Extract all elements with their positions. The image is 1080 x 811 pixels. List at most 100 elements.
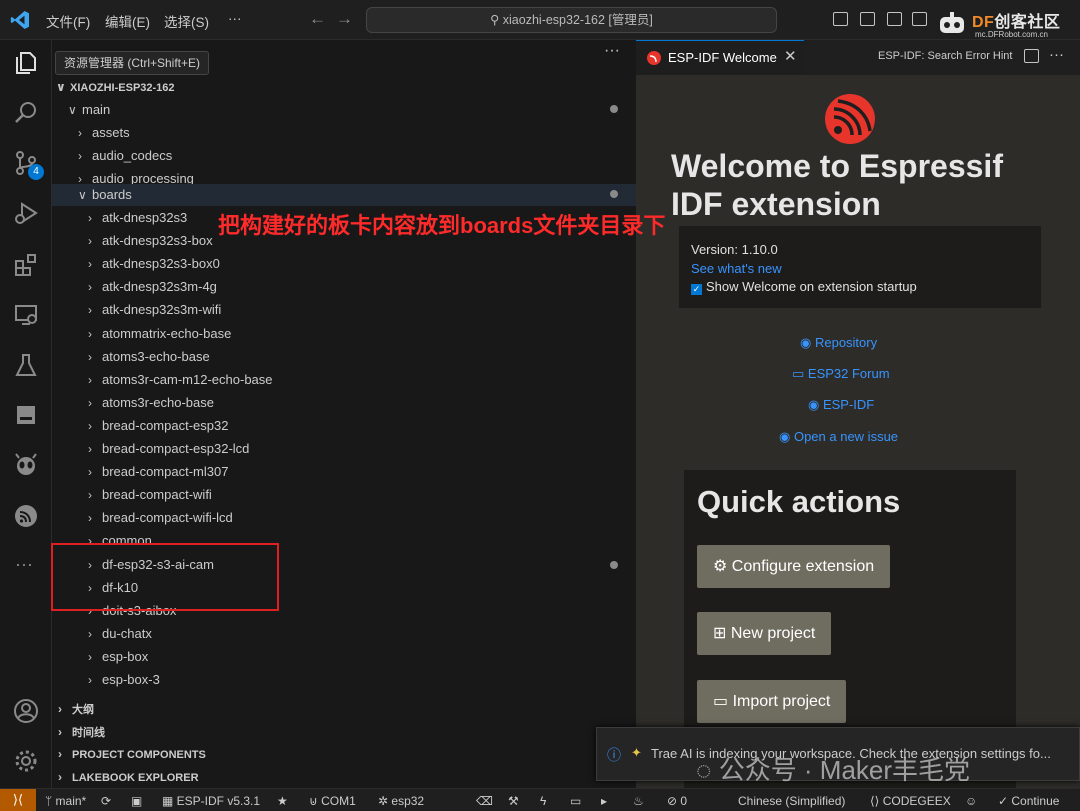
menu-file[interactable]: 文件(F) [46, 11, 90, 31]
wrench-icon[interactable]: ⚒ [508, 794, 519, 808]
board-folder-bread-compact-wifi-lcd[interactable]: › bread-compact-wifi-lcd [88, 507, 233, 529]
board-folder-atk-dnesp32s3-box[interactable]: › atk-dnesp32s3-box [88, 230, 213, 252]
explorer-more-actions[interactable]: ··· [604, 42, 620, 60]
repository-link[interactable]: ◉ Repository [800, 335, 877, 351]
sync-icon[interactable]: ⟳ [101, 794, 111, 808]
codegeex-item[interactable]: ⟨⟩ CODEGEEX [870, 794, 951, 808]
menu-edit[interactable]: 编辑(E) [105, 11, 150, 31]
modified-dot [610, 190, 618, 198]
folder-audio_codecs[interactable]: › audio_codecs [78, 145, 172, 167]
show-welcome-label: Show Welcome on extension startup [706, 279, 917, 294]
command-center-search[interactable]: ⚲ xiaozhi-esp32-162 [管理员] [366, 7, 777, 33]
board-folder-atk-dnesp32s3[interactable]: › atk-dnesp32s3 [88, 207, 187, 229]
back-arrow-icon[interactable]: ← [309, 9, 326, 29]
esp-idf-version-icon: ▦ [162, 794, 177, 808]
board-folder-atoms3r-cam-m12-echo-base[interactable]: › atoms3r-cam-m12-echo-base [88, 369, 273, 391]
menu-selection[interactable]: 选择(S) [164, 11, 209, 31]
platformio-alien-icon[interactable] [13, 452, 39, 478]
board-folder-label: atk-dnesp32s3m-wifi [102, 302, 222, 318]
board-folder-label: bread-compact-wifi [102, 487, 212, 503]
chevron-down-icon: ∨ [78, 188, 87, 202]
configure-extension-label: Configure extension [731, 558, 875, 575]
tab-esp-idf-welcome[interactable]: ESP-IDF Welcome [636, 40, 804, 75]
esp-idf-link[interactable]: ◉ ESP-IDF [808, 397, 874, 413]
board-folder-atoms3r-echo-base[interactable]: › atoms3r-echo-base [88, 392, 214, 414]
board-folder-atoms3-echo-base[interactable]: › atoms3-echo-base [88, 346, 210, 368]
star-icon[interactable]: ★ [277, 794, 288, 808]
show-welcome-checkbox[interactable]: ✓ [691, 284, 702, 295]
panel-icon[interactable] [13, 402, 39, 428]
search-error-hint-action[interactable]: ESP-IDF: Search Error Hint [878, 50, 1012, 62]
toggle-panel-icon[interactable] [860, 12, 875, 26]
folder-main[interactable]: ∨ main [68, 99, 110, 121]
board-folder-bread-compact-wifi[interactable]: › bread-compact-wifi [88, 484, 212, 506]
search-icon[interactable] [13, 100, 39, 126]
testing-flask-icon[interactable] [13, 352, 39, 378]
build-flash-monitor-icon[interactable]: ▸ [601, 794, 607, 808]
whats-new-link[interactable]: See what's new [691, 261, 782, 276]
fire-icon[interactable]: ♨ [633, 794, 644, 808]
menu-more[interactable]: ··· [228, 11, 242, 26]
section-outline[interactable]: › 大纲 [58, 701, 94, 717]
monitor-icon[interactable]: ▭ [570, 794, 581, 808]
board-folder-atk-dnesp32s3-box0[interactable]: › atk-dnesp32s3-box0 [88, 253, 220, 275]
board-folder-bread-compact-ml307[interactable]: › bread-compact-ml307 [88, 461, 228, 483]
board-folder-bread-compact-esp32[interactable]: › bread-compact-esp32 [88, 415, 228, 437]
folder-assets[interactable]: › assets [78, 122, 130, 144]
remote-indicator-icon[interactable]: ⟩⟨ [0, 789, 36, 811]
window-icon[interactable]: ▣ [131, 794, 142, 808]
welcome-title-line2: IDF extension [671, 186, 881, 222]
board-folder-atk-dnesp32s3m-wifi[interactable]: › atk-dnesp32s3m-wifi [88, 299, 221, 321]
new-project-button[interactable]: ⊞ New project [697, 612, 832, 655]
espressif-icon[interactable] [13, 503, 39, 529]
board-folder-esp-box[interactable]: › esp-box [88, 646, 148, 668]
folder-boards[interactable]: ∨ boards [78, 184, 132, 206]
chevron-right-icon: › [88, 211, 92, 225]
board-folder-du-chatx[interactable]: › du-chatx [88, 623, 152, 645]
git-branch[interactable]: ᛘ main* [45, 794, 86, 808]
board-folder-atommatrix-echo-base[interactable]: › atommatrix-echo-base [88, 323, 231, 345]
forward-arrow-icon[interactable]: → [336, 9, 353, 29]
import-project-label: Import project [732, 693, 831, 710]
import-project-button[interactable]: ▭ Import project [697, 680, 847, 723]
close-icon[interactable]: ✕ [784, 47, 797, 65]
board-folder-atk-dnesp32s3m-4g[interactable]: › atk-dnesp32s3m-4g [88, 276, 217, 298]
section-timeline[interactable]: › 时间线 [58, 724, 105, 740]
language-selector[interactable]: Chinese (Simplified) [738, 794, 845, 808]
continue-item[interactable]: ✓ Continue [998, 794, 1059, 808]
explorer-icon[interactable] [13, 50, 39, 76]
remote-explorer-icon[interactable] [13, 302, 39, 328]
folder-open-icon: ▭ [713, 693, 733, 710]
board-folder-esp-box-3[interactable]: › esp-box-3 [88, 669, 160, 691]
board-folder-bread-compact-esp32-lcd[interactable]: › bread-compact-esp32-lcd [88, 438, 249, 460]
more-views-icon[interactable]: ··· [15, 554, 33, 575]
flash-icon[interactable]: ϟ [540, 794, 546, 808]
settings-gear-icon[interactable] [13, 748, 39, 774]
esp32-forum-link-label: ESP32 Forum [807, 366, 890, 381]
source-control-badge: 4 [28, 164, 44, 180]
customize-layout-icon[interactable] [912, 12, 927, 26]
open-issue-link[interactable]: ◉ Open a new issue [779, 429, 898, 445]
serial-port[interactable]: ⊍ COM1 [309, 794, 356, 808]
section-lakebook-explorer[interactable]: › LAKEBOOK EXPLORER [58, 770, 199, 784]
section-project-components[interactable]: › PROJECT COMPONENTS [58, 747, 206, 761]
run-debug-icon[interactable] [13, 200, 39, 226]
toggle-sidebar-icon[interactable] [833, 12, 848, 26]
problems-indicator[interactable]: ⊘ 0 [667, 794, 687, 808]
account-icon[interactable] [13, 698, 39, 724]
editor-more-icon[interactable]: ··· [1049, 46, 1064, 63]
target-chip[interactable]: ✲ esp32 [378, 794, 424, 808]
chip-icon: ✲ [378, 794, 392, 808]
chevron-right-icon: › [88, 395, 92, 410]
chevron-right-icon: › [58, 747, 62, 761]
extensions-icon[interactable] [13, 252, 39, 278]
copilot-icon[interactable]: ☺ [965, 794, 977, 808]
workspace-root[interactable]: ∨ XIAOZHI-ESP32-162 [56, 80, 175, 94]
configure-extension-button[interactable]: ⚙ Configure extension [697, 545, 891, 588]
toggle-secondary-sidebar-icon[interactable] [887, 12, 902, 26]
split-editor-icon[interactable] [1024, 49, 1039, 63]
esp32-forum-link[interactable]: ▭ ESP32 Forum [792, 366, 890, 382]
trash-icon[interactable]: ⌫ [476, 794, 493, 808]
status-bar: ⟩⟨ ᛘ main* ⟳ ▣ ▦ ESP-IDF v5.3.1 ★ ⊍ COM1… [0, 788, 1080, 811]
esp-idf-version[interactable]: ▦ ESP-IDF v5.3.1 [162, 794, 260, 808]
